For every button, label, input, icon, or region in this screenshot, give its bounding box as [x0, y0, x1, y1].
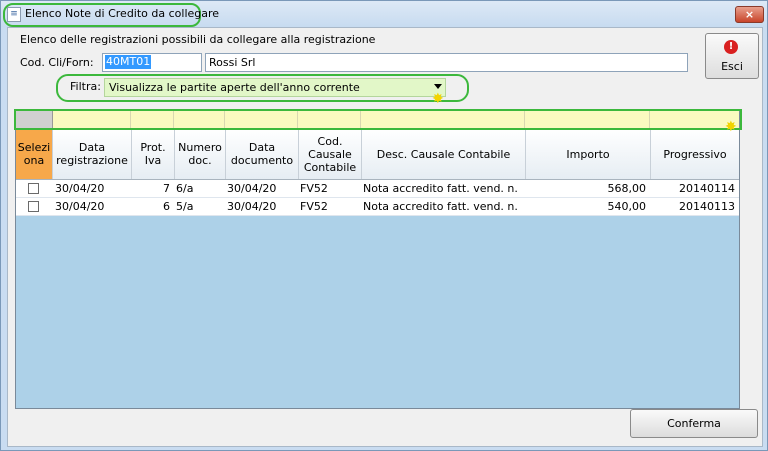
chevron-down-icon[interactable]: [434, 84, 442, 89]
cell-cod-causale: FV52: [300, 200, 328, 213]
records-grid: Selezi ona Data registrazione Prot. Iva …: [15, 109, 740, 409]
sparkle-icon: ✸: [725, 119, 737, 135]
app-icon: ≡: [7, 7, 21, 22]
title-bar: ≡ Elenco Note di Credito da collegare ×: [1, 1, 767, 27]
filter-value: Visualizza le partite aperte dell'anno c…: [109, 81, 360, 94]
row-checkbox[interactable]: [28, 183, 39, 194]
close-button[interactable]: ×: [735, 6, 764, 23]
cod-value: 40MT01: [105, 55, 152, 69]
cell-data-registrazione: 30/04/20: [55, 182, 105, 195]
exit-icon: !: [724, 40, 738, 54]
cod-input[interactable]: 40MT01: [102, 53, 202, 72]
header-seleziona[interactable]: Selezi ona: [16, 129, 53, 179]
window-title: Elenco Note di Credito da collegare: [25, 7, 220, 20]
cell-data-documento: 30/04/20: [227, 182, 277, 195]
header-progressivo[interactable]: Progressivo: [651, 129, 739, 179]
esci-label: Esci: [721, 60, 743, 73]
cell-data-registrazione: 30/04/20: [55, 200, 105, 213]
cell-data-documento: 30/04/20: [227, 200, 277, 213]
cell-numero-doc: 5/a: [176, 200, 194, 213]
header-cod-causale[interactable]: Cod. Causale Contabile: [299, 129, 362, 179]
sparkle-icon: ✸: [432, 91, 444, 107]
name-value: Rossi Srl: [209, 56, 256, 69]
header-data-registrazione[interactable]: Data registrazione: [53, 129, 132, 179]
filter-row-highlight: [14, 109, 742, 130]
header-prot-iva[interactable]: Prot. Iva: [132, 129, 175, 179]
cell-importo: 540,00: [607, 200, 647, 213]
header-desc-causale[interactable]: Desc. Causale Contabile: [362, 129, 526, 179]
cell-desc-causale: Nota accredito fatt. vend. n.: [363, 200, 518, 213]
dialog-window: ≡ Elenco Note di Credito da collegare × …: [0, 0, 768, 451]
grid-header: Selezi ona Data registrazione Prot. Iva …: [16, 129, 739, 180]
filter-select[interactable]: Visualizza le partite aperte dell'anno c…: [104, 78, 446, 97]
cell-numero-doc: 6/a: [176, 182, 194, 195]
cell-importo: 568,00: [607, 182, 647, 195]
cell-cod-causale: FV52: [300, 182, 328, 195]
row-checkbox[interactable]: [28, 201, 39, 212]
table-row[interactable]: 30/04/20 7 6/a 30/04/20 FV52 Nota accred…: [16, 180, 739, 198]
filter-label: Filtra:: [70, 80, 101, 93]
cell-prot-iva: 7: [163, 182, 170, 195]
esci-button[interactable]: ! Esci: [705, 33, 759, 79]
header-numero-doc[interactable]: Numero doc.: [175, 129, 226, 179]
header-importo[interactable]: Importo: [526, 129, 651, 179]
client-area: Elenco delle registrazioni possibili da …: [7, 27, 763, 447]
conferma-button[interactable]: Conferma: [630, 409, 758, 438]
cell-prot-iva: 6: [163, 200, 170, 213]
cod-label: Cod. Cli/Forn:: [20, 56, 94, 69]
table-row[interactable]: 30/04/20 6 5/a 30/04/20 FV52 Nota accred…: [16, 198, 739, 216]
cell-progressivo: 20140113: [679, 200, 735, 213]
page-heading: Elenco delle registrazioni possibili da …: [20, 33, 376, 46]
name-input[interactable]: Rossi Srl: [205, 53, 688, 72]
cell-desc-causale: Nota accredito fatt. vend. n.: [363, 182, 518, 195]
header-data-documento[interactable]: Data documento: [226, 129, 299, 179]
cell-progressivo: 20140114: [679, 182, 735, 195]
